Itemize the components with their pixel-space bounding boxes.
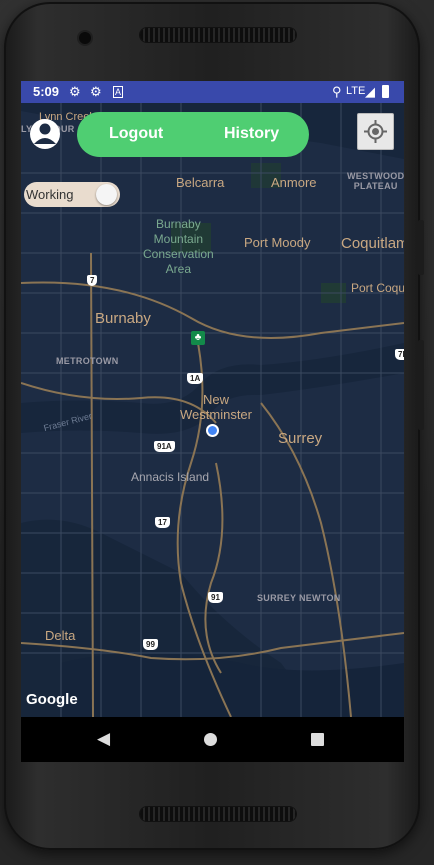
route-shield: 91 bbox=[208, 592, 223, 603]
map-label: Annacis Island bbox=[131, 470, 210, 484]
location-pin-icon: ⚲ bbox=[332, 84, 342, 99]
working-toggle[interactable]: Working bbox=[24, 182, 120, 207]
top-action-pill: Logout History bbox=[77, 112, 309, 157]
toggle-knob[interactable] bbox=[96, 184, 117, 205]
map-label: Delta bbox=[45, 628, 76, 643]
front-camera bbox=[79, 32, 91, 44]
map-label: Burnaby bbox=[95, 310, 151, 327]
gear-icon: ⚙ bbox=[90, 84, 102, 99]
my-location-button[interactable] bbox=[357, 113, 394, 150]
map-label: Coquitlam bbox=[341, 235, 404, 252]
user-icon bbox=[30, 119, 60, 149]
route-shield: 1A bbox=[187, 373, 204, 384]
map-label: Anmore bbox=[271, 175, 317, 190]
app-a-icon: A bbox=[113, 86, 124, 98]
map-label: Burnaby Mountain Conservation Area bbox=[143, 217, 214, 276]
history-button[interactable]: History bbox=[224, 125, 279, 143]
status-time: 5:09 bbox=[33, 84, 60, 99]
home-icon[interactable] bbox=[204, 733, 217, 746]
top-speaker bbox=[140, 28, 296, 42]
route-shield: 91A bbox=[154, 441, 175, 452]
volume-button bbox=[418, 220, 424, 275]
map-label: Port Moody bbox=[244, 235, 311, 250]
battery-icon bbox=[382, 85, 389, 98]
back-icon[interactable]: ◀ bbox=[97, 729, 110, 749]
status-bar: 5:09 ⚙ ⚙ A ⚲ LTE ◢ bbox=[21, 81, 404, 103]
network-type: LTE bbox=[346, 85, 366, 97]
current-location-dot bbox=[208, 426, 217, 435]
map-label: WESTWOOD PLATEAU bbox=[347, 171, 404, 191]
route-shield: 99 bbox=[143, 639, 158, 650]
logout-button[interactable]: Logout bbox=[109, 125, 163, 143]
gear-icon: ⚙ bbox=[69, 84, 81, 99]
recents-icon[interactable] bbox=[311, 733, 324, 746]
google-attribution: Google bbox=[26, 691, 78, 708]
map-label: SURREY NEWTON bbox=[257, 593, 341, 603]
navigation-bar: ◀ bbox=[21, 717, 404, 762]
route-shield: 7B bbox=[395, 349, 404, 360]
map-label: Port Coquitlam bbox=[351, 281, 404, 295]
map-label: New Westminster bbox=[180, 392, 252, 422]
profile-button[interactable] bbox=[29, 115, 61, 153]
toggle-label: Working bbox=[26, 187, 74, 202]
screen: 5:09 ⚙ ⚙ A ⚲ LTE ◢ Lynn Creek Belcarra A… bbox=[21, 81, 404, 762]
map-label: Surrey bbox=[278, 430, 323, 447]
signal-icon: ◢ bbox=[365, 84, 375, 99]
transit-icon[interactable]: ♣ bbox=[191, 331, 205, 345]
bottom-speaker bbox=[140, 807, 296, 821]
map-label: METROTOWN bbox=[56, 356, 119, 366]
map-label: Belcarra bbox=[176, 175, 225, 190]
power-button bbox=[418, 340, 424, 430]
crosshair-icon bbox=[364, 120, 387, 143]
route-shield: 17 bbox=[155, 517, 170, 528]
